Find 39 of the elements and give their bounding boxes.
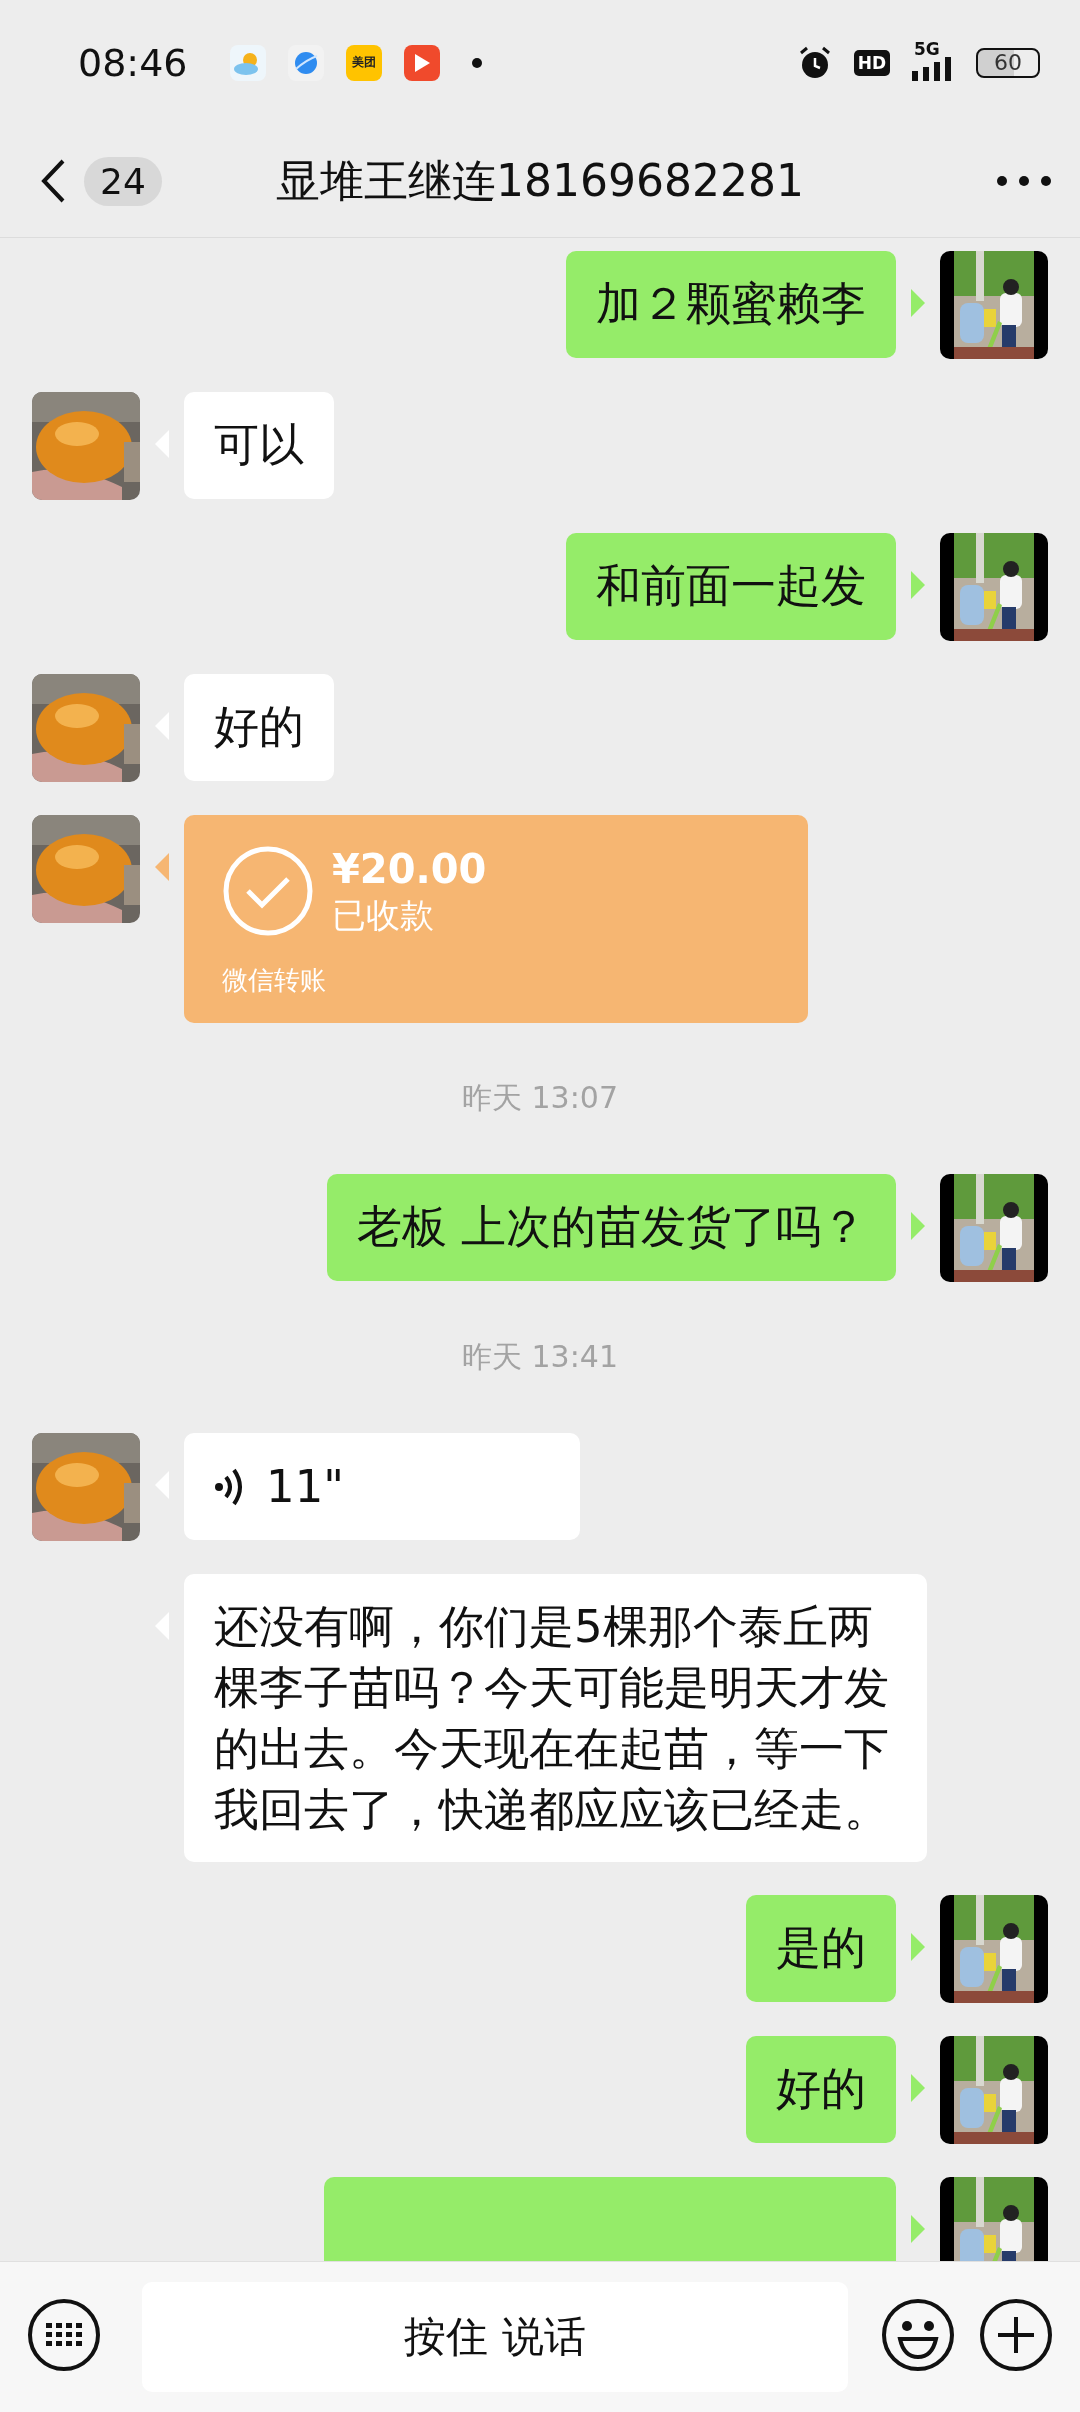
back-icon[interactable] xyxy=(40,158,66,204)
message-bubble[interactable]: 还没有啊，你们是5棵那个泰丘两棵李子苗吗？今天可能是明天才发的出去。今天现在在起苗，等一下我回去了，快递都应应该已经走。 xyxy=(184,1574,927,1862)
more-icon[interactable] xyxy=(996,175,1052,187)
hd-indicator: HD xyxy=(853,49,890,76)
transfer-amount: ¥20.00 xyxy=(332,845,487,893)
transfer-status: 已收款 xyxy=(332,894,435,937)
hold-to-talk-button[interactable]: 按住 说话 xyxy=(142,2282,848,2392)
message-bubble[interactable]: 是的 xyxy=(746,1895,896,2002)
message-timestamp: 昨天 13:41 xyxy=(462,1338,618,1376)
signal-icon xyxy=(912,56,954,81)
chat-title: 显堆王继连18169682281 xyxy=(276,153,804,208)
status-time: 08:46 xyxy=(78,40,188,85)
bubble-tail xyxy=(911,1933,925,1961)
message-bubble[interactable]: 可以 xyxy=(184,392,334,499)
voice-icon xyxy=(214,1466,244,1507)
bubble-tail xyxy=(911,289,925,317)
message-bubble[interactable]: 好的 xyxy=(184,674,334,781)
message-bubble[interactable]: 和前面一起发 xyxy=(566,533,896,640)
bubble-tail xyxy=(911,2074,925,2102)
message-bubble[interactable]: 加２颗蜜赖李 xyxy=(566,251,896,358)
check-circle-icon xyxy=(222,845,314,937)
bubble-tail xyxy=(911,571,925,599)
alarm-icon xyxy=(797,45,832,80)
unread-count-badge: 24 xyxy=(84,156,162,206)
battery-indicator: 60 xyxy=(976,47,1040,78)
bubble-tail xyxy=(155,853,169,881)
bubble-tail xyxy=(911,2215,925,2243)
notification-dot-icon xyxy=(471,57,482,68)
meituan-app-icon: 美团 xyxy=(345,44,382,81)
message-bubble[interactable]: 老板 上次的苗发货了吗？ xyxy=(326,1174,896,1281)
voice-message[interactable]: 11" xyxy=(184,1433,580,1540)
message-timestamp: 昨天 13:07 xyxy=(462,1079,618,1117)
message-bubble[interactable]: 好的 xyxy=(746,2036,896,2143)
network-type: 5G xyxy=(914,38,940,59)
transfer-label: 微信转账 xyxy=(222,964,327,997)
video-app-icon xyxy=(403,44,440,81)
browser-app-icon xyxy=(287,44,324,81)
bubble-tail xyxy=(911,1212,925,1240)
weather-app-icon xyxy=(229,44,266,81)
